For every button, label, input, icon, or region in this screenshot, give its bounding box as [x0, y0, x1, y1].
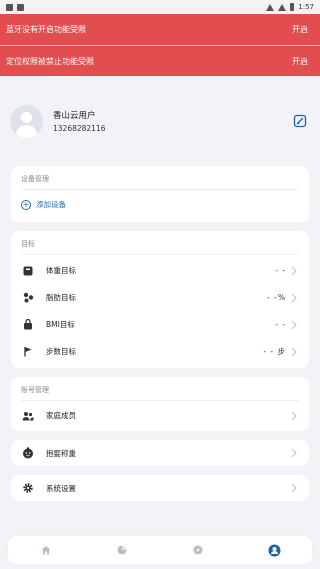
baby-icon	[21, 446, 35, 460]
account-section-title: 账号管理	[21, 386, 49, 394]
add-device-button[interactable]: + 添加设备	[11, 190, 309, 222]
add-circle-icon: +	[21, 199, 31, 210]
family-icon	[21, 409, 35, 423]
weight-goal-value: - -	[275, 266, 286, 275]
wifi-icon	[266, 3, 275, 11]
settings-card: 系统设置	[11, 475, 309, 501]
tab-profile[interactable]	[254, 536, 294, 564]
goals-card: 目标 体重目标 - - 脂肪目标 - -% BMI目标 - - 步数目标 - -…	[11, 231, 309, 368]
account-card: 账号管理 家庭成员	[11, 377, 309, 431]
baby-weigh-label: 抱婴称重	[46, 448, 76, 458]
steps-goal-value: - - 步	[263, 347, 286, 356]
baby-weigh-card: 抱婴称重	[11, 440, 309, 466]
chevron-right-icon	[289, 448, 299, 458]
bmi-goal-value: - -	[275, 320, 286, 329]
family-members-row[interactable]: 家庭成员	[11, 402, 309, 429]
weight-goal-row[interactable]: 体重目标 - -	[11, 257, 309, 284]
bottom-tab-bar	[8, 536, 312, 564]
app-notification-icon	[17, 3, 24, 11]
edit-profile-button[interactable]	[292, 113, 308, 129]
edit-icon	[293, 114, 307, 128]
divider	[21, 254, 299, 255]
system-settings-label: 系统设置	[46, 483, 76, 493]
baby-weigh-row[interactable]: 抱婴称重	[11, 440, 309, 466]
family-members-label: 家庭成员	[46, 411, 76, 420]
enable-bluetooth-button[interactable]: 开启	[292, 24, 308, 35]
chevron-right-icon	[289, 266, 299, 276]
phone-number: 13268282116	[53, 124, 106, 133]
device-card: 设备管理 + 添加设备	[11, 166, 309, 222]
bmi-goal-label: BMI目标	[46, 320, 75, 329]
add-device-label: 添加设备	[36, 200, 66, 209]
fat-goal-row[interactable]: 脂肪目标 - -%	[11, 284, 309, 311]
location-banner-message: 定位权限被禁止功能受限	[6, 56, 94, 66]
tab-discover[interactable]	[178, 536, 218, 564]
steps-goal-row[interactable]: 步数目标 - - 步	[11, 338, 309, 365]
discover-icon	[193, 545, 203, 555]
fat-goal-value: - -%	[267, 293, 286, 302]
chevron-right-icon	[289, 320, 299, 330]
profile-header: 香山云用户 13268282116	[0, 96, 320, 146]
bluetooth-banner: 蓝牙没有开启功能受限 开启	[0, 14, 320, 45]
status-bar: 1:57	[0, 0, 320, 14]
chevron-right-icon	[289, 293, 299, 303]
weight-goal-label: 体重目标	[46, 266, 76, 275]
fat-icon	[21, 291, 35, 305]
chevron-right-icon	[289, 483, 299, 493]
bmi-icon	[21, 318, 35, 332]
chevron-right-icon	[289, 347, 299, 357]
system-settings-row[interactable]: 系统设置	[11, 475, 309, 501]
home-icon	[41, 546, 51, 555]
goals-section-title: 目标	[21, 240, 35, 248]
gear-icon	[21, 481, 35, 495]
fat-goal-label: 脂肪目标	[46, 293, 76, 302]
device-section-title: 设备管理	[21, 175, 49, 183]
tab-home[interactable]	[26, 536, 66, 564]
weight-icon	[21, 264, 35, 278]
flag-icon	[21, 345, 35, 359]
bluetooth-banner-message: 蓝牙没有开启功能受限	[6, 25, 86, 34]
notification-icon	[6, 3, 13, 11]
status-time: 1:57	[298, 3, 314, 11]
enable-location-button[interactable]: 开启	[292, 56, 308, 67]
tab-stats[interactable]	[102, 536, 142, 564]
chevron-right-icon	[289, 411, 299, 421]
signal-icon	[278, 3, 287, 11]
divider	[21, 400, 299, 401]
profile-icon	[268, 544, 280, 556]
location-banner: 定位权限被禁止功能受限 开启	[0, 45, 320, 76]
stats-icon	[117, 545, 127, 555]
bmi-goal-row[interactable]: BMI目标 - -	[11, 311, 309, 338]
username: 香山云用户	[53, 111, 96, 121]
steps-goal-label: 步数目标	[46, 347, 76, 356]
avatar[interactable]	[10, 104, 43, 138]
battery-icon	[290, 3, 295, 11]
